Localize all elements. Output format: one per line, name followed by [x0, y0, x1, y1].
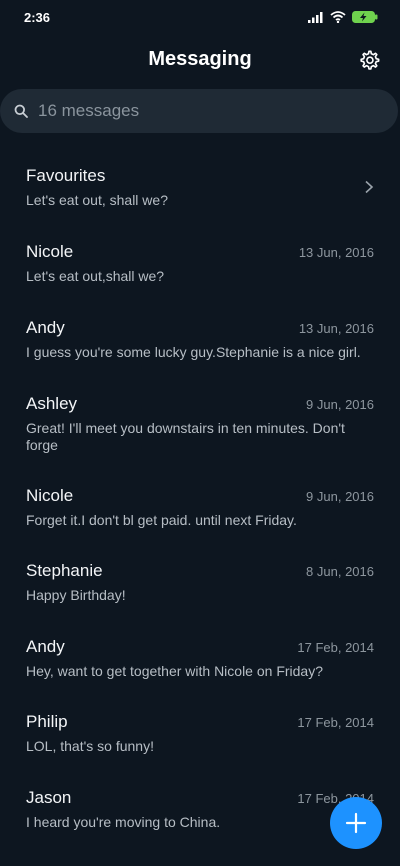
conversation-row[interactable]: Andy 13 Jun, 2016 I guess you're some lu… — [0, 318, 400, 368]
conversation-name: Nicole — [26, 242, 74, 261]
conversation-name: Ashley — [26, 394, 78, 413]
chevron-right-icon — [365, 180, 374, 194]
conversation-date: 9 Jun, 2016 — [306, 397, 374, 412]
conversation-date: 17 Feb, 2014 — [297, 715, 374, 730]
conversation-preview: I heard you're moving to China. — [26, 814, 221, 830]
conversation-name: Andy — [26, 318, 65, 337]
new-message-button[interactable] — [330, 797, 382, 849]
battery-charging-icon — [352, 11, 378, 23]
conversation-row[interactable]: Nicole 9 Jun, 2016 Forget it.I don't bl … — [0, 486, 400, 536]
conversation-name: Jason — [26, 788, 72, 807]
page-title: Messaging — [148, 48, 252, 70]
conversation-name: Andy — [26, 637, 65, 656]
search-icon — [14, 104, 28, 118]
header: Messaging — [0, 40, 400, 80]
conversation-row[interactable]: Nicole 13 Jun, 2016 Let's eat out,shall … — [0, 242, 400, 292]
conversation-row[interactable]: Ashley 9 Jun, 2016 Great! I'll meet you … — [0, 394, 400, 460]
status-bar: 2:36 — [0, 0, 400, 36]
conversation-name: Philip — [26, 712, 68, 731]
conversation-date: 13 Jun, 2016 — [298, 321, 374, 336]
conversation-name: Nicole — [26, 486, 74, 505]
search-input[interactable] — [38, 101, 358, 121]
conversation-preview: Happy Birthday! — [26, 587, 126, 603]
conversation-preview: Hey, want to get together with Nicole on… — [26, 663, 324, 679]
wifi-icon — [330, 11, 346, 23]
conversation-preview: I guess you're some lucky guy.Stephanie … — [26, 344, 361, 360]
conversation-name: Favourites — [26, 166, 106, 185]
conversation-preview: Let's eat out, shall we? — [26, 192, 168, 208]
conversation-name: Stephanie — [26, 561, 103, 580]
conversation-row[interactable]: Stephanie 8 Jun, 2016 Happy Birthday! — [0, 561, 400, 611]
conversation-date: 8 Jun, 2016 — [306, 564, 374, 579]
conversation-preview: Great! I'll meet you downstairs in ten m… — [26, 420, 345, 453]
status-time: 2:36 — [24, 10, 51, 25]
status-icons — [308, 11, 378, 23]
conversation-row[interactable]: Andy 17 Feb, 2014 Hey, want to get toget… — [0, 637, 400, 687]
favourites-row[interactable]: Favourites Let's eat out, shall we? — [0, 166, 400, 216]
conversation-date: 17 Feb, 2014 — [297, 640, 374, 655]
search-bar[interactable] — [0, 89, 398, 133]
conversation-preview: LOL, that's so funny! — [26, 738, 154, 754]
gear-icon[interactable] — [358, 49, 380, 71]
conversation-date: 13 Jun, 2016 — [298, 245, 374, 260]
plus-icon — [345, 812, 367, 834]
signal-icon — [308, 12, 323, 23]
conversation-preview: Let's eat out,shall we? — [26, 268, 165, 284]
conversation-preview: Forget it.I don't bl get paid. until nex… — [26, 512, 297, 528]
conversation-date: 9 Jun, 2016 — [306, 489, 374, 504]
conversation-row[interactable]: Philip 17 Feb, 2014 LOL, that's so funny… — [0, 712, 400, 762]
